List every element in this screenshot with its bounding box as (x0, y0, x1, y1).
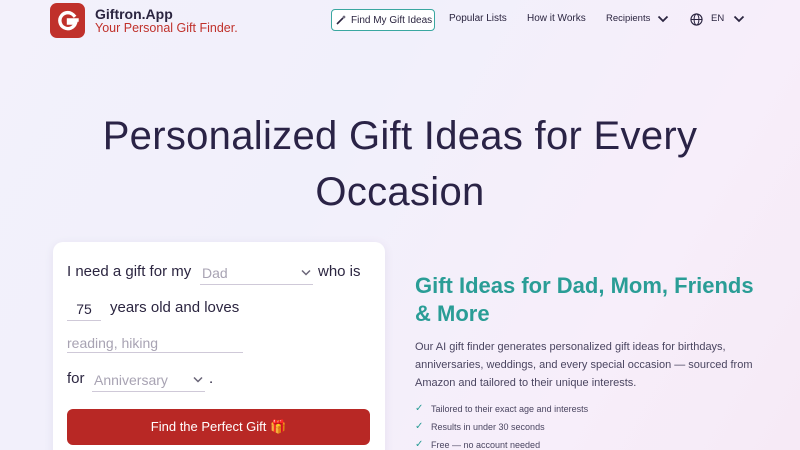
globe-icon[interactable] (690, 13, 703, 26)
chevron-down-icon (193, 376, 203, 383)
nav-how-it-works[interactable]: How it Works (527, 13, 586, 24)
for-text: for (67, 370, 85, 387)
who-is-text: who is (318, 263, 361, 280)
checkmark-icon: ✓ (415, 421, 424, 432)
brand-name[interactable]: Giftron.App (95, 6, 173, 22)
age-input-value: 75 (76, 300, 92, 317)
checkmark-icon: ✓ (415, 403, 424, 414)
period-text: . (209, 370, 214, 387)
chevron-down-icon[interactable] (733, 15, 745, 23)
language-selector[interactable]: EN (711, 13, 724, 24)
page-title-line1: Personalized Gift Ideas for Every (102, 114, 698, 158)
check-item-text: Results in under 30 seconds (431, 421, 545, 432)
nav-find-gift-ideas[interactable]: Find My Gift Ideas (331, 9, 435, 31)
occasion-select-value: Anniversary (94, 371, 168, 388)
check-item-text: Free — no account needed (431, 439, 541, 450)
recipient-select[interactable]: Dad (200, 261, 313, 285)
check-item-text: Tailored to their exact age and interest… (431, 403, 589, 414)
logo-g-icon (57, 10, 79, 30)
logo[interactable] (50, 3, 85, 38)
nav-recipients[interactable]: Recipients (606, 13, 650, 24)
magic-wand-icon (336, 15, 346, 25)
years-old-text: years old and loves (110, 299, 240, 316)
nav-find-label: Find My Gift Ideas (351, 14, 433, 26)
age-input[interactable]: 75 (67, 297, 101, 321)
nav-popular-lists[interactable]: Popular Lists (449, 13, 507, 24)
form-prefix-text: I need a gift for my (67, 263, 192, 280)
chevron-down-icon (301, 269, 311, 276)
info-title: Gift Ideas for Dad, Mom, Friends & More (415, 273, 754, 326)
interests-input[interactable] (67, 333, 243, 353)
occasion-select[interactable]: Anniversary (92, 368, 205, 392)
brand-tagline: Your Personal Gift Finder. (95, 21, 238, 35)
check-list-item: ✓ Results in under 30 seconds (415, 421, 545, 432)
page-title-line2: Occasion (315, 170, 485, 214)
info-description: Our AI gift finder generates personalize… (415, 341, 753, 389)
checkmark-icon: ✓ (415, 439, 424, 450)
page-title: Personalized Gift Ideas for Every Occasi… (0, 108, 800, 220)
find-perfect-gift-button[interactable]: Find the Perfect Gift 🎁 (67, 409, 370, 445)
check-list-item: ✓ Tailored to their exact age and intere… (415, 403, 588, 414)
chevron-down-icon[interactable] (657, 15, 669, 23)
check-list-item: ✓ Free — no account needed (415, 439, 540, 450)
site-header: Giftron.App Your Personal Gift Finder. F… (0, 0, 800, 40)
recipient-select-value: Dad (202, 264, 228, 281)
